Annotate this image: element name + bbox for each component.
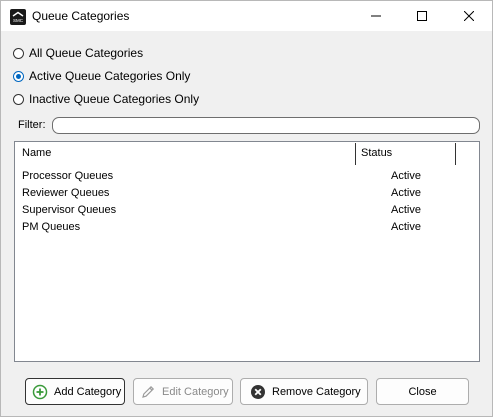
- row-status: Active: [391, 187, 421, 199]
- remove-circle-icon: [251, 384, 265, 399]
- radio-circle[interactable]: [13, 47, 24, 59]
- minimize-icon: [371, 15, 381, 17]
- remove-category-label: Remove Category: [272, 385, 361, 398]
- radio-label-all: All Queue Categories: [29, 46, 144, 60]
- app-logo-text: SMC: [13, 18, 24, 23]
- pencil-icon: [142, 385, 155, 398]
- column-separator[interactable]: [455, 143, 456, 165]
- app-logo-icon: SMC: [10, 9, 26, 25]
- radio-inactive-only[interactable]: Inactive Queue Categories Only: [13, 91, 199, 107]
- edit-category-button[interactable]: Edit Category: [133, 378, 233, 405]
- filter-input[interactable]: [52, 117, 480, 134]
- row-status: Active: [391, 221, 421, 233]
- close-button[interactable]: Close: [376, 378, 469, 405]
- remove-category-button[interactable]: Remove Category: [240, 378, 368, 405]
- minimize-button[interactable]: [353, 1, 399, 31]
- maximize-icon: [417, 11, 427, 21]
- row-status: Active: [391, 170, 421, 182]
- close-window-button[interactable]: [446, 1, 492, 31]
- add-category-label: Add Category: [54, 385, 122, 398]
- radio-label-active: Active Queue Categories Only: [29, 69, 191, 83]
- add-category-button[interactable]: Add Category: [25, 378, 125, 405]
- radio-circle-checked[interactable]: [13, 70, 24, 82]
- title-bar[interactable]: SMC Queue Categories: [1, 1, 492, 31]
- categories-list[interactable]: Name Status Processor Queues Active Revi…: [14, 141, 480, 362]
- row-name: Supervisor Queues: [22, 204, 117, 216]
- close-label: Close: [408, 385, 437, 398]
- filter-label: Filter:: [18, 119, 46, 131]
- window-title: Queue Categories: [32, 9, 130, 23]
- row-name: Processor Queues: [22, 170, 114, 182]
- queue-categories-window: SMC Queue Categories All Queue Categorie…: [0, 0, 493, 417]
- table-row[interactable]: PM Queues Active: [22, 219, 472, 236]
- list-header: Name Status: [15, 142, 479, 166]
- maximize-button[interactable]: [399, 1, 445, 31]
- close-icon: [464, 11, 474, 21]
- row-name: Reviewer Queues: [22, 187, 110, 199]
- table-row[interactable]: Processor Queues Active: [22, 168, 472, 185]
- column-header-status[interactable]: Status: [361, 142, 392, 165]
- column-separator[interactable]: [355, 143, 356, 165]
- column-header-name[interactable]: Name: [22, 142, 51, 165]
- edit-category-label: Edit Category: [162, 385, 229, 398]
- radio-circle[interactable]: [13, 93, 24, 105]
- add-circle-icon: [32, 384, 48, 399]
- radio-label-inactive: Inactive Queue Categories Only: [29, 92, 200, 106]
- radio-all-categories[interactable]: All Queue Categories: [13, 45, 143, 61]
- row-status: Active: [391, 204, 421, 216]
- table-row[interactable]: Reviewer Queues Active: [22, 185, 472, 202]
- table-row[interactable]: Supervisor Queues Active: [22, 202, 472, 219]
- radio-active-only[interactable]: Active Queue Categories Only: [13, 68, 190, 84]
- row-name: PM Queues: [22, 221, 81, 233]
